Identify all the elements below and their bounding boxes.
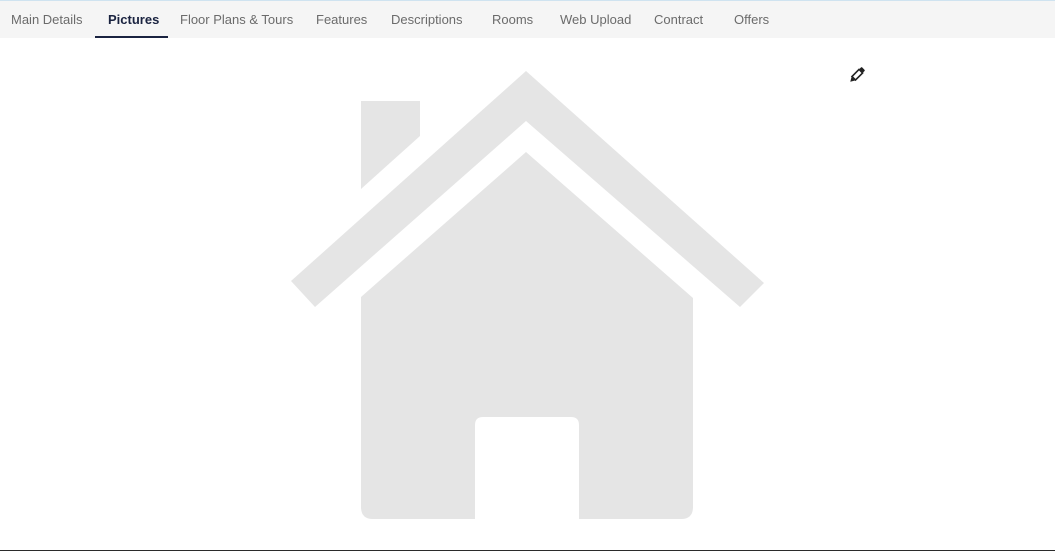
house-placeholder-icon bbox=[291, 71, 764, 519]
property-pictures-page: Main Details Pictures Floor Plans & Tour… bbox=[0, 0, 1055, 551]
pencil-icon bbox=[850, 67, 865, 82]
picture-placeholder bbox=[0, 38, 1055, 551]
tab-contract[interactable]: Contract bbox=[654, 1, 703, 38]
tab-features[interactable]: Features bbox=[316, 1, 367, 38]
tab-floor-plans-tours[interactable]: Floor Plans & Tours bbox=[180, 1, 293, 38]
edit-pictures-button[interactable] bbox=[845, 63, 869, 87]
tab-offers[interactable]: Offers bbox=[734, 1, 769, 38]
tab-pictures[interactable]: Pictures bbox=[108, 1, 159, 38]
property-tab-bar: Main Details Pictures Floor Plans & Tour… bbox=[0, 1, 1055, 38]
tab-main-details[interactable]: Main Details bbox=[11, 1, 83, 38]
tab-rooms[interactable]: Rooms bbox=[492, 1, 533, 38]
tab-descriptions[interactable]: Descriptions bbox=[391, 1, 463, 38]
tab-web-upload[interactable]: Web Upload bbox=[560, 1, 631, 38]
